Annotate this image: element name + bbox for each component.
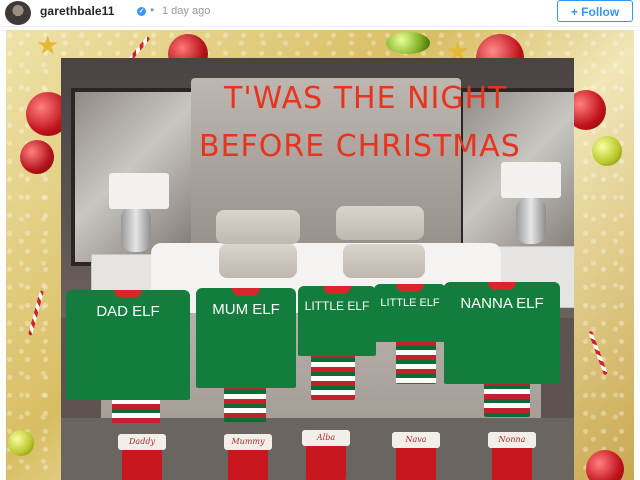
shirt-collar	[488, 282, 516, 290]
pillow	[216, 210, 300, 244]
username-link[interactable]: garethbale11	[40, 4, 115, 18]
elf-shirt: LITTLE ELF	[298, 286, 376, 356]
post-image[interactable]: ★ ★ ★ T'WAS THE NIGHT BEFORE CHRISTMAS D…	[6, 30, 634, 480]
stocking-name-tag: Alba	[302, 430, 350, 446]
elf-shirt: MUM ELF	[196, 288, 296, 388]
shirt-collar	[323, 286, 351, 294]
ornament-icon	[592, 136, 622, 166]
elf-shirt: DAD ELF	[66, 290, 190, 400]
shirt-collar	[114, 290, 142, 298]
elf-shirt: NANNA ELF	[444, 282, 560, 384]
ornament-icon	[586, 450, 624, 480]
verified-badge-icon: ✓	[137, 7, 146, 16]
stocking: Daddy	[118, 434, 166, 480]
follow-button[interactable]: + Follow	[557, 0, 633, 22]
ornament-icon	[386, 32, 430, 54]
star-icon: ★	[36, 30, 60, 60]
pillow	[219, 244, 297, 278]
stocking: Mummy	[224, 434, 272, 480]
stocking-name-tag: Nava	[392, 432, 440, 448]
stocking: Alba	[302, 430, 350, 480]
stocking: Nonna	[488, 432, 536, 480]
elf-shirt: LITTLE ELF	[374, 284, 446, 342]
stocking-name-tag: Mummy	[224, 434, 272, 450]
pillow	[343, 244, 425, 278]
lamp-shade	[109, 173, 169, 209]
lamp-base	[516, 198, 546, 244]
ornament-icon	[20, 140, 54, 174]
lamp-base	[121, 206, 151, 252]
stocking: Nava	[392, 432, 440, 480]
stocking-name-tag: Nonna	[488, 432, 536, 448]
stocking-name-tag: Daddy	[118, 434, 166, 450]
post-timestamp[interactable]: 1 day ago	[162, 5, 210, 17]
post-header: garethbale11 ✓ • 1 day ago + Follow	[0, 0, 640, 27]
profile-avatar[interactable]	[5, 1, 31, 25]
shirt-collar	[232, 288, 260, 296]
caption-line2: BEFORE CHRISTMAS	[199, 129, 521, 164]
separator-dot: •	[150, 3, 155, 17]
pajama-pants	[396, 336, 436, 384]
shirt-collar	[396, 284, 424, 292]
lamp-shade	[501, 162, 561, 198]
caption-line1: T'WAS THE NIGHT	[224, 81, 508, 116]
ornament-icon	[8, 430, 34, 456]
pillow	[336, 206, 424, 240]
